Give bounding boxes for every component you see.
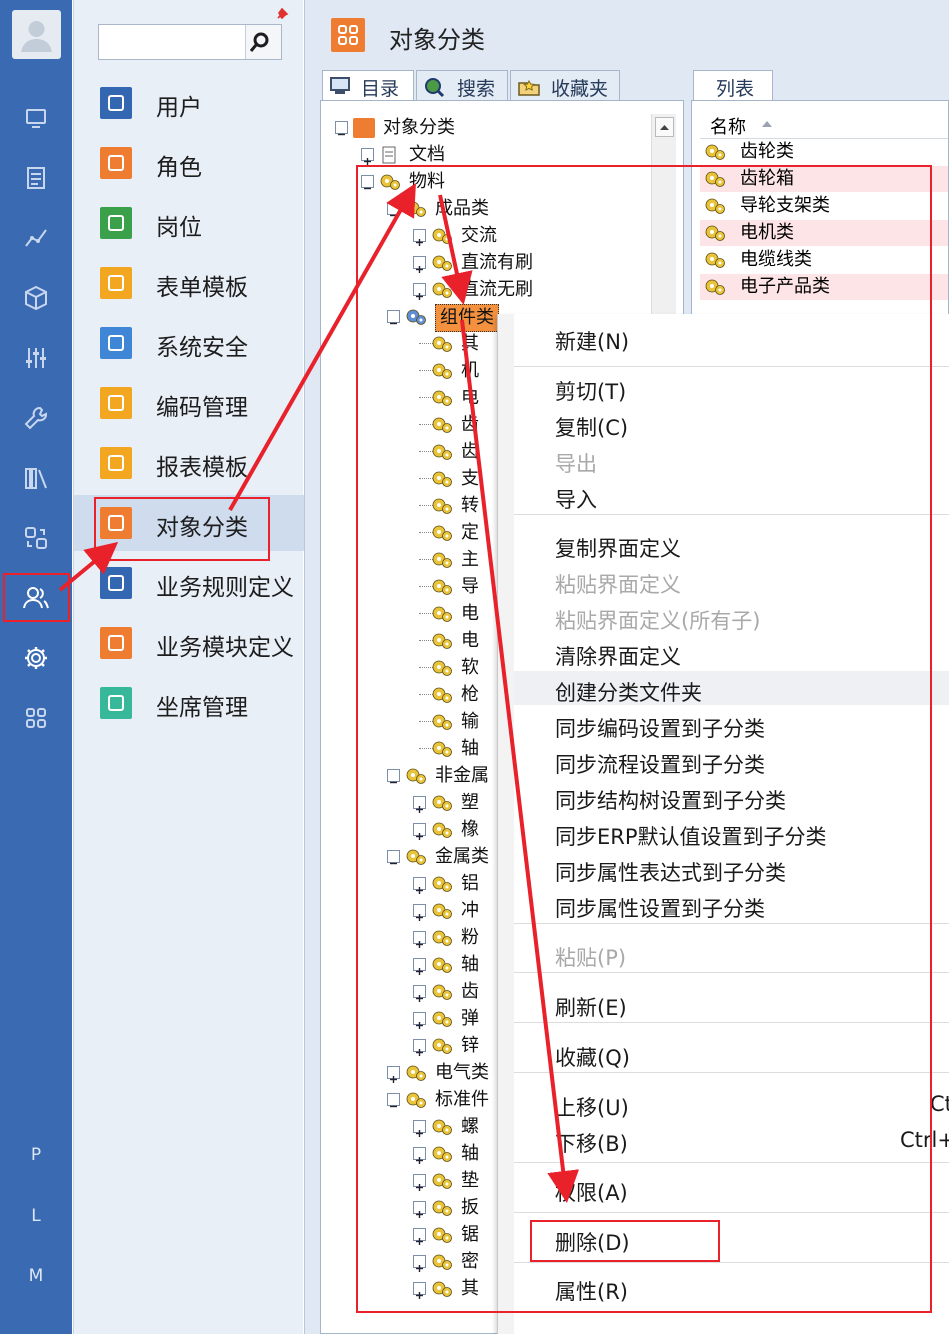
annotation-arrows (58, 183, 580, 1203)
